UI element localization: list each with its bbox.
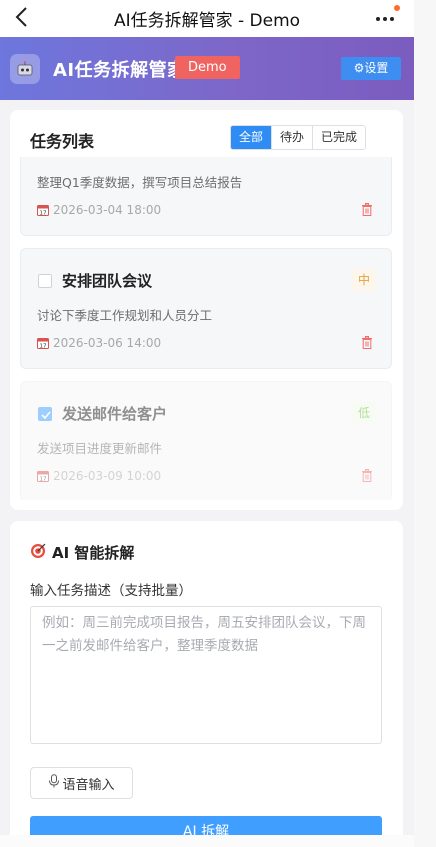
task-list: 整理Q1季度数据，撰写项目总结报告 17 2026-03-04 18:00 安排… [20,157,392,500]
task-filter-group: 全部 待办 已完成 [230,125,367,150]
calendar-icon: 17 [37,204,49,217]
robot-icon [10,54,40,84]
filter-done-button[interactable]: 已完成 [312,126,366,149]
target-icon [30,543,46,563]
task-name: 发送邮件给客户 [62,405,168,423]
task-due-date: 17 2026-03-06 14:00 [37,336,161,350]
filter-all-button[interactable]: 全部 [231,126,272,149]
task-due-date: 17 2026-03-09 10:00 [37,469,161,483]
bottom-safe-area [0,835,414,847]
trash-icon[interactable] [361,467,373,482]
microphone-icon [48,774,60,792]
task-item: 发送邮件给客户 低 发送项目进度更新邮件 17 2026-03-09 10:00 [20,381,392,500]
settings-button[interactable]: ⚙设置 [341,57,401,80]
task-item: 整理Q1季度数据，撰写项目总结报告 17 2026-03-04 18:00 [20,157,392,236]
filter-todo-button[interactable]: 待办 [271,126,313,149]
more-dots-icon[interactable] [372,4,402,30]
task-name: 安排团队会议 [62,272,153,290]
nav-title: AI任务拆解管家 - Demo [113,11,301,31]
task-description-input[interactable] [30,606,382,744]
task-description: 发送项目进度更新邮件 [37,441,163,456]
calendar-icon: 17 [37,470,49,483]
task-checkbox[interactable] [38,274,52,288]
ai-split-title-text: AI 智能拆解 [52,544,135,562]
voice-input-button[interactable]: 语音输入 [30,767,133,799]
app-header: AI任务拆解管家 Demo ⚙设置 [0,37,414,100]
task-due-text: 2026-03-04 18:00 [53,203,162,217]
task-list-title: 任务列表 [30,132,95,151]
notification-dot [394,5,400,11]
page-gutter [414,0,436,847]
task-description: 讨论下季度工作规划和人员分工 [37,308,213,323]
priority-tag: 低 [352,402,376,424]
voice-input-label: 语音输入 [62,777,115,793]
trash-icon[interactable] [361,201,373,216]
task-list-card: 任务列表 全部 待办 已完成 整理Q1季度数据，撰写项目总结报告 17 2026… [10,110,403,510]
trash-icon[interactable] [361,334,373,349]
ai-split-title: AI 智能拆解 [30,542,134,563]
svg-text:17: 17 [40,477,47,483]
svg-text:17: 17 [40,344,47,350]
demo-badge: Demo [175,56,240,79]
task-due-text: 2026-03-06 14:00 [53,336,162,350]
task-item: 安排团队会议 中 讨论下季度工作规划和人员分工 17 2026-03-06 14… [20,248,392,369]
task-due-date: 17 2026-03-04 18:00 [37,203,161,217]
task-description: 整理Q1季度数据，撰写项目总结报告 [37,175,243,190]
task-checkbox[interactable] [38,407,52,421]
task-list-scroll[interactable]: 整理Q1季度数据，撰写项目总结报告 17 2026-03-04 18:00 安排… [10,157,403,500]
ai-split-card: AI 智能拆解 输入任务描述（支持批量） 语音输入 AI 拆解 [10,521,403,847]
priority-tag: 中 [352,269,376,291]
calendar-icon: 17 [37,337,49,350]
task-input-label: 输入任务描述（支持批量） [30,583,192,599]
app-page: AI任务拆解管家 - Demo AI任务拆解管家 Demo ⚙设置 任务列表 全… [0,0,436,847]
task-due-text: 2026-03-09 10:00 [53,469,162,483]
svg-text:17: 17 [40,211,47,217]
navigation-bar: AI任务拆解管家 - Demo [0,0,414,37]
app-title: AI任务拆解管家 [53,60,186,81]
